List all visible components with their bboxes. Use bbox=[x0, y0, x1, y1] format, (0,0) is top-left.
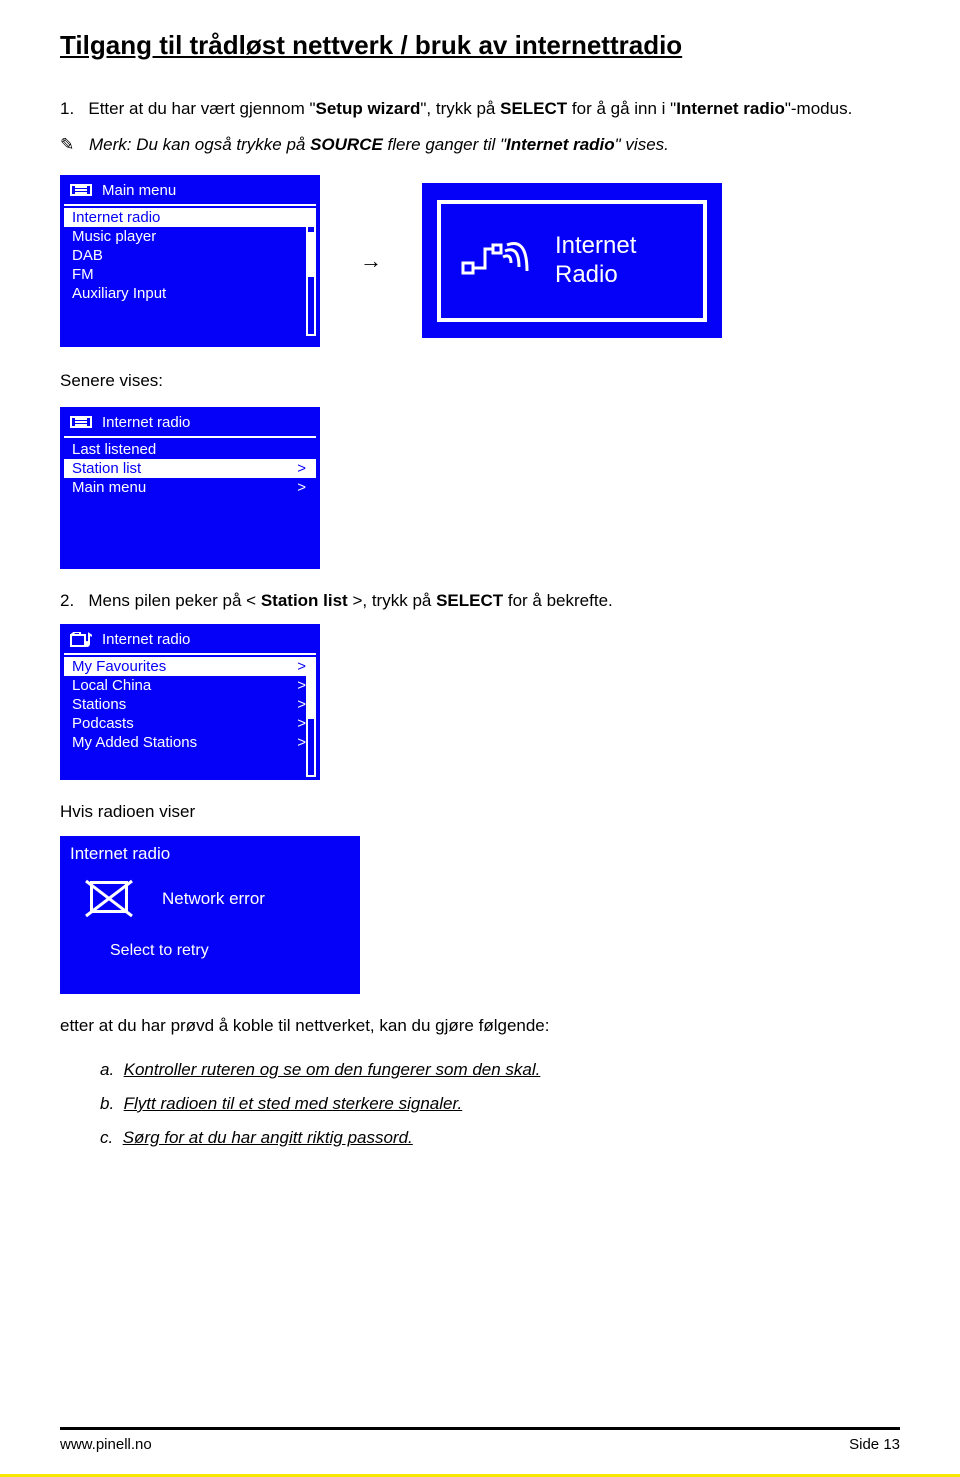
note-text: ✎ Merk: Du kan også trykke på SOURCE fle… bbox=[60, 135, 900, 155]
menu-item-music-player: Music player bbox=[64, 227, 316, 246]
display5-title: Internet radio bbox=[70, 844, 350, 864]
radio-waves-icon bbox=[455, 231, 535, 291]
step1-part-e: for å gå inn i " bbox=[567, 99, 676, 118]
menu-item-added-stations: My Added Stations> bbox=[64, 733, 316, 752]
chevron-right-icon: > bbox=[297, 658, 306, 675]
after-connect-text: etter at du har prøvd å koble til nettve… bbox=[60, 1014, 900, 1038]
display-network-error: Internet radio Network error Select to r… bbox=[60, 836, 360, 994]
chevron-right-icon: > bbox=[297, 677, 306, 694]
step-2-text: 2. Mens pilen peker på < Station list >,… bbox=[60, 589, 900, 613]
step1-part-a: Etter at du har vært gjennom " bbox=[88, 99, 315, 118]
letter-a: a. bbox=[100, 1060, 114, 1079]
arrow-right-icon: → bbox=[360, 248, 382, 274]
menu-item-last-listened: Last listened bbox=[64, 440, 316, 459]
menu-item-main-menu: Main menu> bbox=[64, 478, 316, 497]
footer-page-number: Side 13 bbox=[849, 1436, 900, 1453]
letter-b: b. bbox=[100, 1094, 114, 1113]
menu-item-stations: Stations> bbox=[64, 695, 316, 714]
menu-item-internet-radio: Internet radio bbox=[64, 208, 316, 227]
menu-item-station-list: Station list> bbox=[64, 459, 316, 478]
chevron-right-icon: > bbox=[297, 734, 306, 751]
note-c: flere ganger til " bbox=[383, 135, 506, 154]
if-radio-shows-text: Hvis radioen viser bbox=[60, 800, 900, 824]
display4-header: Internet radio bbox=[102, 631, 190, 648]
error-x-icon bbox=[84, 878, 134, 920]
step2-select: SELECT bbox=[436, 591, 503, 610]
chevron-right-icon: > bbox=[297, 460, 306, 477]
splash-line1: Internet bbox=[555, 232, 636, 261]
select-to-retry-text: Select to retry bbox=[110, 942, 350, 960]
troubleshoot-b: b. Flytt radioen til et sted med sterker… bbox=[100, 1094, 900, 1114]
display-internet-radio-splash: Internet Radio bbox=[422, 183, 722, 338]
step2-number: 2. bbox=[60, 591, 74, 610]
splash-line2: Radio bbox=[555, 261, 636, 290]
step1-part-c: ", trykk på bbox=[420, 99, 500, 118]
menu-item-aux: Auxiliary Input bbox=[64, 284, 316, 303]
display3-header: Internet radio bbox=[102, 414, 190, 431]
troubleshoot-b-text: Flytt radioen til et sted med sterkere s… bbox=[124, 1094, 463, 1113]
menu-list-icon bbox=[70, 416, 92, 428]
step1-number: 1. bbox=[60, 99, 74, 118]
step-1-text: 1. Etter at du har vært gjennom "Setup w… bbox=[60, 97, 900, 121]
menu-list-icon bbox=[70, 184, 92, 196]
display-internet-radio-menu-2: Internet radio My Favourites> Local Chin… bbox=[60, 624, 320, 780]
note-a: Merk: Du kan også trykke på bbox=[89, 135, 310, 154]
display1-header: Main menu bbox=[102, 182, 176, 199]
troubleshoot-a-text: Kontroller ruteren og se om den fungerer… bbox=[124, 1060, 541, 1079]
step2-station-list: Station list bbox=[261, 591, 348, 610]
troubleshoot-list: a. Kontroller ruteren og se om den funge… bbox=[100, 1060, 900, 1148]
menu-item-fm: FM bbox=[64, 265, 316, 284]
display1-scrollbar bbox=[306, 210, 316, 336]
step2-c: >, trykk på bbox=[348, 591, 436, 610]
folder-note-icon bbox=[70, 632, 92, 648]
menu-item-dab: DAB bbox=[64, 246, 316, 265]
step1-setup-wizard: Setup wizard bbox=[316, 99, 421, 118]
step2-e: for å bekrefte. bbox=[503, 591, 613, 610]
note-source: SOURCE bbox=[310, 135, 383, 154]
step2-a: Mens pilen peker på < bbox=[88, 591, 260, 610]
network-error-text: Network error bbox=[162, 889, 265, 909]
step1-part-g: "-modus. bbox=[785, 99, 852, 118]
note-e: " vises. bbox=[615, 135, 669, 154]
display4-scrollbar bbox=[306, 657, 316, 777]
display-internet-radio-menu-1: Internet radio Last listened Station lis… bbox=[60, 407, 320, 569]
step1-select: SELECT bbox=[500, 99, 567, 118]
chevron-right-icon: > bbox=[297, 715, 306, 732]
note-internet-radio: Internet radio bbox=[506, 135, 615, 154]
later-shows-text: Senere vises: bbox=[60, 369, 900, 393]
chevron-right-icon: > bbox=[297, 696, 306, 713]
troubleshoot-c-text: Sørg for at du har angitt riktig passord… bbox=[123, 1128, 413, 1147]
menu-item-podcasts: Podcasts> bbox=[64, 714, 316, 733]
letter-c: c. bbox=[100, 1128, 113, 1147]
menu-item-favourites: My Favourites> bbox=[64, 657, 316, 676]
page-footer: www.pinell.no Side 13 bbox=[60, 1427, 900, 1453]
footer-url: www.pinell.no bbox=[60, 1436, 152, 1453]
step1-internet-radio: Internet radio bbox=[676, 99, 785, 118]
pencil-icon: ✎ bbox=[60, 135, 74, 154]
page-title: Tilgang til trådløst nettverk / bruk av … bbox=[60, 30, 900, 61]
troubleshoot-c: c. Sørg for at du har angitt riktig pass… bbox=[100, 1128, 900, 1148]
troubleshoot-a: a. Kontroller ruteren og se om den funge… bbox=[100, 1060, 900, 1080]
menu-item-local-china: Local China> bbox=[64, 676, 316, 695]
chevron-right-icon: > bbox=[297, 479, 306, 496]
display-main-menu: Main menu Internet radio Music player DA… bbox=[60, 175, 320, 347]
